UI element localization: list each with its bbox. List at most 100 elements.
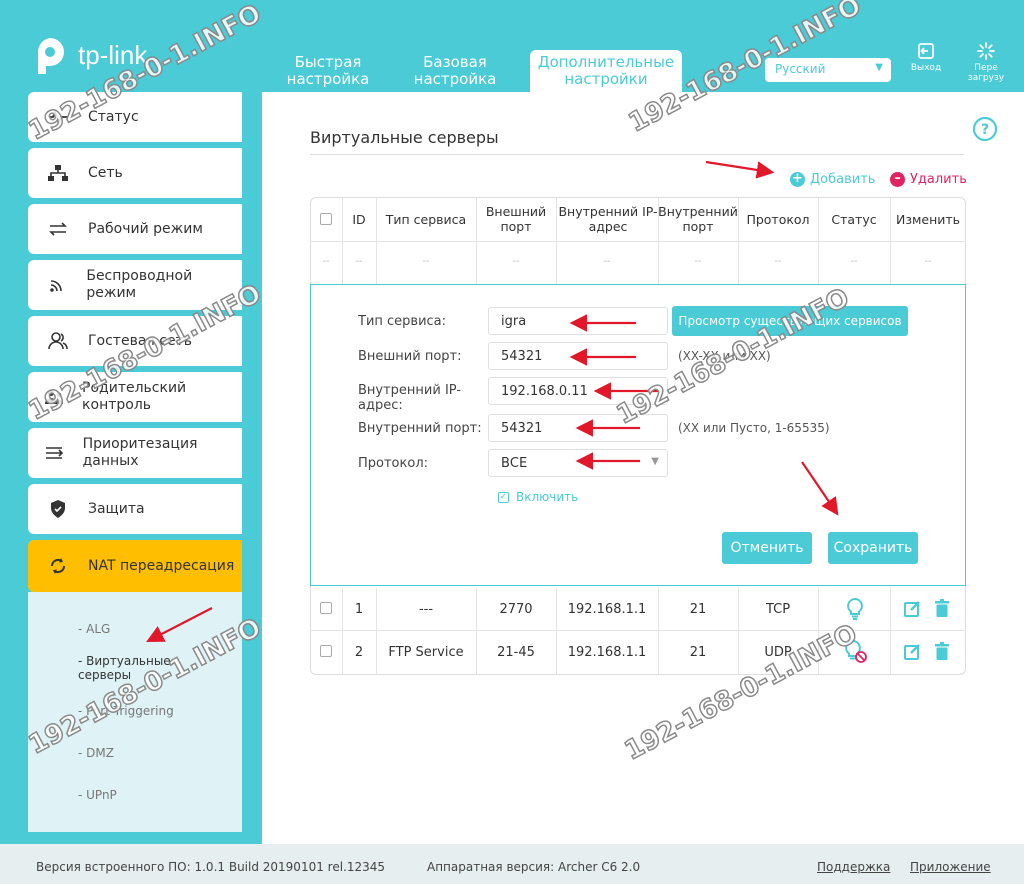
table-header-ext-port: Внешний порт xyxy=(485,204,547,234)
service-type-input[interactable]: igra xyxy=(488,307,668,335)
sidebar-item-label: Статус xyxy=(88,108,139,125)
chevron-down-icon: ▼ xyxy=(875,62,883,73)
sidebar-item-security[interactable]: Защита xyxy=(28,484,242,534)
save-button[interactable]: Сохранить xyxy=(828,532,918,564)
row-int-ip: 192.168.1.1 xyxy=(567,645,647,660)
sidebar-item-label: Родительский контроль xyxy=(82,380,187,413)
table-header-select xyxy=(310,197,342,241)
edit-icon[interactable] xyxy=(904,643,921,660)
tab-basic[interactable]: Базовая настройка xyxy=(394,50,516,92)
placeholder-cell: -- xyxy=(422,256,430,267)
row-service: --- xyxy=(418,602,434,617)
column-divider xyxy=(556,588,557,674)
enable-label: Включить xyxy=(516,490,579,504)
int-ip-input[interactable]: 192.168.0.11 xyxy=(488,377,668,405)
placeholder-cell: -- xyxy=(924,256,932,267)
delete-button[interactable]: – Удалить xyxy=(890,172,967,187)
add-button[interactable]: + Добавить xyxy=(790,172,875,187)
network-icon xyxy=(28,165,88,181)
placeholder-cell: -- xyxy=(774,256,782,267)
ext-port-hint: (XX-XX или XX) xyxy=(678,349,771,363)
row-checkbox[interactable] xyxy=(320,645,332,657)
sidebar-item-wireless[interactable]: Беспроводной режим xyxy=(28,260,242,310)
ext-port-input[interactable]: 54321 xyxy=(488,342,668,370)
protocol-value: ВСЕ xyxy=(501,456,528,471)
trash-icon[interactable] xyxy=(935,599,949,617)
int-port-hint: (XX или Пусто, 1-65535) xyxy=(678,421,830,435)
tab-advanced[interactable]: Дополнительные настройки xyxy=(530,50,682,92)
enable-checkbox[interactable]: ✓ Включить xyxy=(498,490,578,504)
app-link[interactable]: Приложение xyxy=(910,860,991,874)
sidebar-item-status[interactable]: Статус xyxy=(28,92,242,142)
reboot-button[interactable]: Пере загрузу xyxy=(964,42,1008,83)
delete-label: Удалить xyxy=(910,172,967,187)
sidebar-item-label: NAT переадресация xyxy=(88,557,235,574)
guest-icon xyxy=(28,332,88,350)
row-service: FTP Service xyxy=(388,645,464,660)
edit-icon[interactable] xyxy=(904,600,921,617)
check-icon: ✓ xyxy=(498,491,509,503)
row-divider xyxy=(310,630,966,631)
submenu-item-virtual-servers[interactable]: - Виртуальные серверы xyxy=(78,654,178,682)
row-checkbox-cell xyxy=(310,645,342,661)
int-port-label: Внутренний порт: xyxy=(358,421,482,436)
submenu-item-dmz[interactable]: - DMZ xyxy=(78,746,114,760)
reboot-label: Пере загрузу xyxy=(967,63,1005,83)
sidebar-item-qos[interactable]: Приоритезация данных xyxy=(28,428,242,478)
support-link[interactable]: Поддержка xyxy=(817,860,890,874)
tp-link-logo-icon xyxy=(37,38,64,74)
plus-icon: + xyxy=(790,172,805,187)
pulse-icon xyxy=(28,109,88,125)
protocol-label: Протокол: xyxy=(358,456,429,471)
table-header-status: Статус xyxy=(831,211,877,227)
placeholder-cell: -- xyxy=(694,256,702,267)
submenu-item-alg[interactable]: - ALG xyxy=(78,622,110,636)
top-tabs: Быстрая настройка Базовая настройка Допо… xyxy=(280,50,682,92)
sidebar-item-label: Защита xyxy=(88,500,145,517)
int-port-input[interactable]: 54321 xyxy=(488,414,668,442)
select-all-checkbox[interactable] xyxy=(320,213,332,225)
exit-button[interactable]: Выход xyxy=(904,42,948,73)
sidebar-item-nat-forwarding[interactable]: NAT переадресация xyxy=(28,540,242,592)
sidebar-item-label: Гостевая сеть xyxy=(88,332,192,349)
submenu-item-port-triggering[interactable]: - Port Triggering xyxy=(78,704,174,718)
column-divider xyxy=(818,588,819,674)
table-header-edit: Изменить xyxy=(895,211,961,227)
sidebar-item-label: Рабочий режим xyxy=(88,220,203,237)
logo-text: tp-link xyxy=(78,40,148,70)
parental-icon xyxy=(28,389,82,405)
shield-icon xyxy=(28,500,88,518)
sidebar-item-guest-network[interactable]: Гостевая сеть xyxy=(28,316,242,366)
placeholder-cell: -- xyxy=(322,256,330,267)
language-value: Русский xyxy=(775,62,826,76)
table-header-protocol: Протокол xyxy=(746,211,810,227)
language-select[interactable]: Русский ▼ xyxy=(765,58,891,82)
protocol-select[interactable]: ВСЕ ▼ xyxy=(488,449,668,477)
row-int-ip: 192.168.1.1 xyxy=(567,602,647,617)
sidebar-item-operation-mode[interactable]: Рабочий режим xyxy=(28,204,242,254)
status-disabled-bulb-icon[interactable] xyxy=(844,640,868,664)
cancel-button[interactable]: Отменить xyxy=(722,532,812,564)
column-divider xyxy=(658,588,659,674)
sidebar: Статус Сеть Рабочий режим Беспроводной р… xyxy=(28,92,242,832)
sidebar-item-network[interactable]: Сеть xyxy=(28,148,242,198)
hardware-version: Аппаратная версия: Archer C6 2.0 xyxy=(427,860,641,874)
submenu-item-upnp[interactable]: - UPnP xyxy=(78,788,117,802)
trash-icon[interactable] xyxy=(935,642,949,660)
placeholder-cell: -- xyxy=(512,256,520,267)
add-label: Добавить xyxy=(810,172,876,187)
table-header-int-ip: Внутренний IP-адрес xyxy=(558,204,658,234)
help-icon[interactable]: ? xyxy=(972,116,998,142)
view-existing-services-button[interactable]: Просмотр существующих сервисов xyxy=(672,306,908,336)
row-ext-port: 21-45 xyxy=(497,645,535,660)
tab-quick-setup[interactable]: Быстрая настройка xyxy=(280,50,376,92)
sidebar-item-label: Приоритезация данных xyxy=(82,436,198,469)
row-int-port: 21 xyxy=(689,602,707,617)
row-checkbox[interactable] xyxy=(320,602,332,614)
status-enabled-bulb-icon[interactable] xyxy=(846,598,864,620)
sidebar-item-parental-control[interactable]: Родительский контроль xyxy=(28,372,242,422)
row-protocol: UDP xyxy=(764,645,792,660)
row-divider xyxy=(310,241,966,242)
int-ip-label: Внутренний IP-адрес: xyxy=(358,383,462,413)
column-divider xyxy=(376,588,377,674)
